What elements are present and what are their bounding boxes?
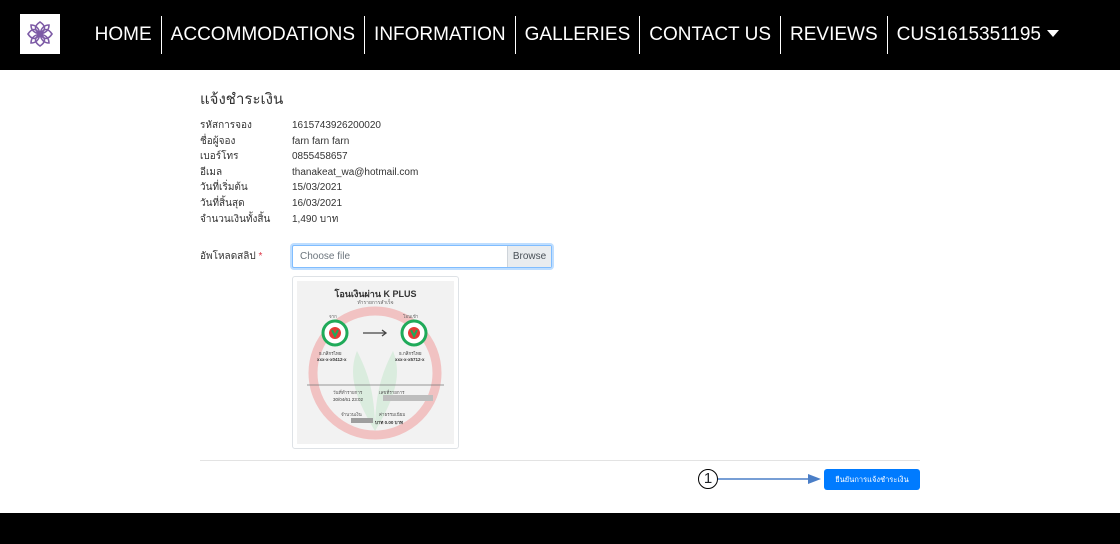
booking-row-total: จำนวนเงินทั้งสิ้น 1,490 บาท [200,212,418,228]
slip-amount-label: จำนวนเงิน [341,412,362,417]
slip-to-label: โอนเข้า [403,314,419,319]
callout-number: 1 [698,469,718,489]
booking-value: 1,490 บาท [292,213,339,225]
nav-menu: HOME ACCOMMODATIONS INFORMATION GALLERIE… [86,0,1068,70]
section-divider [200,460,920,461]
nav-accommodations[interactable]: ACCOMMODATIONS [160,16,364,54]
slip-date-value: 30/04/61 23:02 [333,397,364,402]
file-input-placeholder[interactable]: Choose file [293,246,507,267]
booking-label: อีเมล [200,166,223,178]
slip-from-label: จาก [329,314,337,319]
slip-from-account: xxx-x-x0412-x [317,357,347,362]
slip-ref-label: เลขที่รายการ [379,390,405,395]
upload-label-text: อัพโหลดสลิป [200,251,256,262]
upload-slip-label: อัพโหลดสลิป * [200,249,262,264]
slip-to-account: xxx-x-x5712-x [395,357,425,362]
slip-status: ทำรายการสำเร็จ [357,300,394,306]
slip-from-bank: ธ.กสิกรไทย [319,351,342,356]
slip-amount-value: บาท [375,420,384,425]
booking-row-email: อีเมล thanakeat_wa@hotmail.com [200,165,418,181]
booking-value: 15/03/2021 [292,182,343,194]
booking-row-phone: เบอร์โทร 0855458657 [200,149,418,165]
callout-arrow-icon [718,474,821,484]
booking-label: รหัสการจอง [200,120,252,131]
nav-contact-us[interactable]: CONTACT US [639,16,780,54]
slip-preview-image: โอนเงินผ่าน K PLUS ทำรายการสำเร็จ จาก โอ… [292,276,459,449]
booking-value: thanakeat_wa@hotmail.com [292,166,419,178]
slip-amount-unit: บาท 0.00 บาท [375,419,403,426]
booking-row-start-date: วันที่เริ่มต้น 15/03/2021 [200,180,418,196]
page-title: แจ้งชำระเงิน [200,91,284,108]
booking-value: 0855458657 [292,151,348,163]
nav-galleries[interactable]: GALLERIES [514,16,640,54]
booking-value: farn farn farn [292,135,350,147]
user-name: CUS1615351195 [896,24,1041,45]
booking-value: 1615743926200020 [292,120,381,131]
slip-preview-content: โอนเงินผ่าน K PLUS ทำรายการสำเร็จ จาก โอ… [297,281,454,444]
slip-date-label: วันที่ทำรายการ [333,390,363,395]
footer [0,513,1120,544]
chevron-down-icon [1047,30,1059,37]
user-dropdown[interactable]: CUS1615351195 [886,16,1068,54]
booking-value: 16/03/2021 [292,197,343,209]
browse-button[interactable]: Browse [507,246,551,267]
booking-label: ชื่อผู้จอง [200,135,236,147]
nav-information[interactable]: INFORMATION [364,16,515,54]
booking-row-end-date: วันที่สิ้นสุด 16/03/2021 [200,196,418,212]
booking-row-name: ชื่อผู้จอง farn farn farn [200,134,418,150]
booking-label: จำนวนเงินทั้งสิ้น [200,213,271,225]
nav-reviews[interactable]: REVIEWS [780,16,887,54]
required-mark: * [258,251,263,262]
slip-fee-label: ค่าธรรมเนียม [379,412,406,417]
booking-label: วันที่เริ่มต้น [200,182,248,194]
slip-file-input[interactable]: Choose file Browse [292,245,552,268]
booking-label: วันที่สิ้นสุด [200,197,245,209]
confirm-payment-button[interactable]: ยืนยันการแจ้งชำระเงิน [824,469,920,490]
nav-home[interactable]: HOME [86,16,161,54]
booking-label: เบอร์โทร [200,151,239,163]
slip-fee-value: 0.00 บาท [384,420,403,425]
top-navbar: HOME ACCOMMODATIONS INFORMATION GALLERIE… [0,0,1120,70]
resort-logo-icon[interactable] [20,14,60,54]
booking-row-code: รหัสการจอง 1615743926200020 [200,118,418,134]
slip-to-bank: ธ.กสิกรไทย [399,351,422,356]
booking-details: รหัสการจอง 1615743926200020 ชื่อผู้จอง far… [200,118,418,227]
